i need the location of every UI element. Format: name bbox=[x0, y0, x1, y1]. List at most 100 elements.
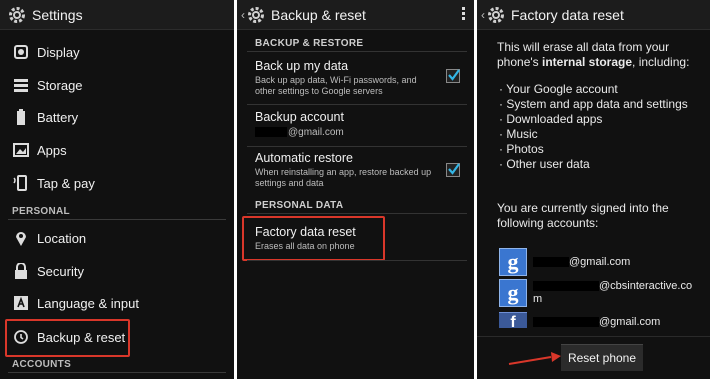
row-divider bbox=[247, 104, 467, 105]
display-icon bbox=[12, 43, 30, 61]
signed-in-line-2: following accounts: bbox=[497, 216, 599, 230]
section-divider bbox=[8, 219, 226, 220]
google-account-icon: g bbox=[499, 279, 527, 307]
reset-phone-button[interactable]: Reset phone bbox=[561, 344, 643, 371]
erase-list: · Your Google account · System and app d… bbox=[499, 82, 688, 172]
settings-item-label: Security bbox=[37, 263, 84, 279]
account-email-line-1: @cbsinteractive.co bbox=[533, 280, 692, 292]
account-email: @cbsinteractive.co m bbox=[533, 280, 692, 306]
backup-my-data-checkbox[interactable] bbox=[446, 69, 460, 83]
redacted-block bbox=[533, 317, 599, 328]
automatic-restore-summary: When reinstalling an app, restore backed… bbox=[255, 167, 432, 188]
settings-item-label: Language & input bbox=[37, 295, 139, 311]
screenshot-collage: Settings Display Storage Battery Apps Ta… bbox=[0, 0, 710, 379]
account-email-suffix: @cbsinteractive.co bbox=[599, 280, 693, 292]
warning-text: This will erase all data from your phone… bbox=[497, 40, 689, 70]
warning-line-2: phone's internal storage, including: bbox=[497, 55, 689, 70]
settings-item-language-input[interactable]: Language & input bbox=[0, 287, 234, 319]
gear-icon[interactable] bbox=[245, 4, 267, 26]
red-arrow-icon bbox=[508, 352, 561, 365]
redacted-block bbox=[533, 257, 569, 268]
settings-item-display[interactable]: Display bbox=[0, 36, 234, 68]
backup-my-data-summary: Back up app data, Wi-Fi passwords, and o… bbox=[255, 75, 417, 96]
erase-list-item: · Your Google account bbox=[499, 82, 618, 96]
lock-icon bbox=[12, 262, 30, 280]
backup-title: Backup & reset bbox=[271, 6, 366, 23]
storage-icon bbox=[12, 76, 30, 94]
highlight-backup-reset bbox=[5, 319, 130, 357]
backup-reset-screen: ‹ Backup & reset BACKUP & RESTORE Back u… bbox=[237, 0, 474, 379]
settings-item-label: Display bbox=[37, 44, 80, 60]
backup-my-data-title: Back up my data bbox=[255, 59, 349, 73]
section-divider bbox=[247, 51, 467, 52]
settings-item-apps[interactable]: Apps bbox=[0, 134, 234, 166]
tap-pay-icon bbox=[12, 174, 30, 192]
settings-title: Settings bbox=[32, 6, 83, 23]
erase-list-item: · System and app data and settings bbox=[499, 97, 688, 111]
account-email-line-2: m bbox=[533, 293, 543, 305]
settings-item-label: Storage bbox=[37, 77, 83, 93]
account-email: @gmail.com bbox=[533, 316, 660, 328]
backup-account-row[interactable]: Backup account @gmail.com bbox=[237, 110, 474, 138]
google-account-icon: g bbox=[499, 248, 527, 276]
redacted-block bbox=[255, 127, 287, 138]
factory-reset-screen: ‹ Factory data reset This will erase all… bbox=[477, 0, 710, 379]
backup-account-email-suffix: @gmail.com bbox=[288, 127, 344, 138]
backup-my-data-row[interactable]: Back up my data Back up app data, Wi-Fi … bbox=[237, 59, 474, 97]
facebook-account-icon: f bbox=[499, 312, 527, 329]
language-icon bbox=[12, 294, 30, 312]
warning-line-2-a: phone's bbox=[497, 55, 542, 69]
backup-account-email: @gmail.com bbox=[255, 127, 433, 138]
account-row: g @cbsinteractive.co m bbox=[499, 279, 692, 307]
section-header-personal: PERSONAL bbox=[12, 206, 70, 217]
apps-icon bbox=[12, 141, 30, 159]
highlight-factory-reset bbox=[242, 216, 385, 261]
factory-title: Factory data reset bbox=[511, 6, 624, 23]
settings-item-security[interactable]: Security bbox=[0, 255, 234, 287]
section-divider bbox=[8, 372, 226, 373]
gear-icon[interactable] bbox=[6, 4, 28, 26]
backup-action-bar: ‹ Backup & reset bbox=[237, 0, 474, 30]
settings-action-bar: Settings bbox=[0, 0, 234, 30]
settings-item-battery[interactable]: Battery bbox=[0, 101, 234, 133]
row-divider bbox=[247, 260, 467, 261]
erase-list-item: · Downloaded apps bbox=[499, 112, 603, 126]
location-icon bbox=[12, 229, 30, 247]
settings-item-storage[interactable]: Storage bbox=[0, 69, 234, 101]
redacted-block bbox=[533, 281, 599, 292]
button-bar-divider bbox=[477, 336, 710, 337]
battery-icon bbox=[12, 108, 30, 126]
settings-item-tap-pay[interactable]: Tap & pay bbox=[0, 167, 234, 199]
settings-item-label: Tap & pay bbox=[37, 175, 95, 191]
account-email-suffix: @gmail.com bbox=[569, 256, 631, 268]
settings-item-label: Battery bbox=[37, 109, 79, 125]
section-divider bbox=[247, 213, 467, 214]
account-email: @gmail.com bbox=[533, 256, 630, 268]
erase-list-item: · Other user data bbox=[499, 157, 590, 171]
erase-list-item: · Photos bbox=[499, 142, 544, 156]
signed-in-text: You are currently signed into the follow… bbox=[497, 201, 669, 231]
warning-line-2-bold: internal storage bbox=[542, 55, 633, 69]
account-row: g @gmail.com bbox=[499, 248, 630, 276]
settings-item-location[interactable]: Location bbox=[0, 222, 234, 254]
gear-icon[interactable] bbox=[485, 4, 507, 26]
settings-item-label: Location bbox=[37, 230, 87, 246]
account-email-suffix: @gmail.com bbox=[599, 316, 661, 328]
warning-line-2-c: , including: bbox=[632, 55, 690, 69]
automatic-restore-checkbox[interactable] bbox=[446, 163, 460, 177]
signed-in-line-1: You are currently signed into the bbox=[497, 201, 669, 215]
overflow-menu-icon[interactable] bbox=[462, 7, 466, 22]
row-divider bbox=[247, 146, 467, 147]
erase-list-item: · Music bbox=[499, 127, 538, 141]
section-header-personal-data: PERSONAL DATA bbox=[255, 200, 344, 211]
section-header-backup-restore: BACKUP & RESTORE bbox=[255, 38, 364, 49]
settings-item-label: Apps bbox=[37, 142, 67, 158]
warning-line-1: This will erase all data from your bbox=[497, 40, 670, 54]
section-header-accounts: ACCOUNTS bbox=[12, 359, 72, 370]
automatic-restore-row[interactable]: Automatic restore When reinstalling an a… bbox=[237, 151, 474, 189]
automatic-restore-title: Automatic restore bbox=[255, 151, 353, 165]
account-row: f @gmail.com bbox=[499, 312, 660, 329]
backup-account-title: Backup account bbox=[255, 110, 344, 124]
factory-action-bar: ‹ Factory data reset bbox=[477, 0, 710, 30]
settings-screen: Settings Display Storage Battery Apps Ta… bbox=[0, 0, 234, 379]
